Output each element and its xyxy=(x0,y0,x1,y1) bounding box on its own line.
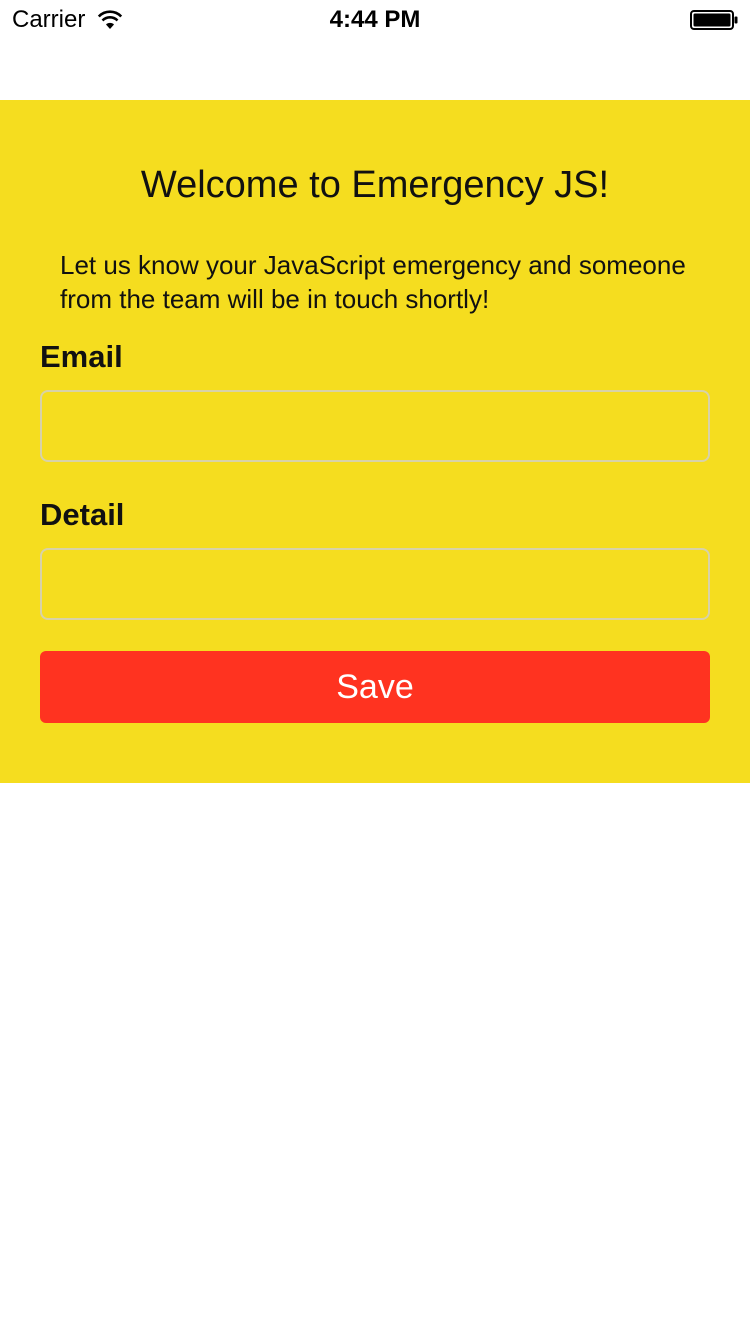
status-bar: Carrier 4:44 PM xyxy=(0,0,750,40)
email-field[interactable] xyxy=(40,390,710,462)
page-title: Welcome to Emergency JS! xyxy=(140,164,610,206)
save-button[interactable]: Save xyxy=(40,651,710,723)
email-label: Email xyxy=(40,339,123,374)
intro-text: Let us know your JavaScript emergency an… xyxy=(60,250,686,314)
detail-field[interactable] xyxy=(40,548,710,620)
battery-icon xyxy=(690,10,738,30)
detail-label: Detail xyxy=(40,497,125,532)
status-time: 4:44 PM xyxy=(329,6,421,33)
